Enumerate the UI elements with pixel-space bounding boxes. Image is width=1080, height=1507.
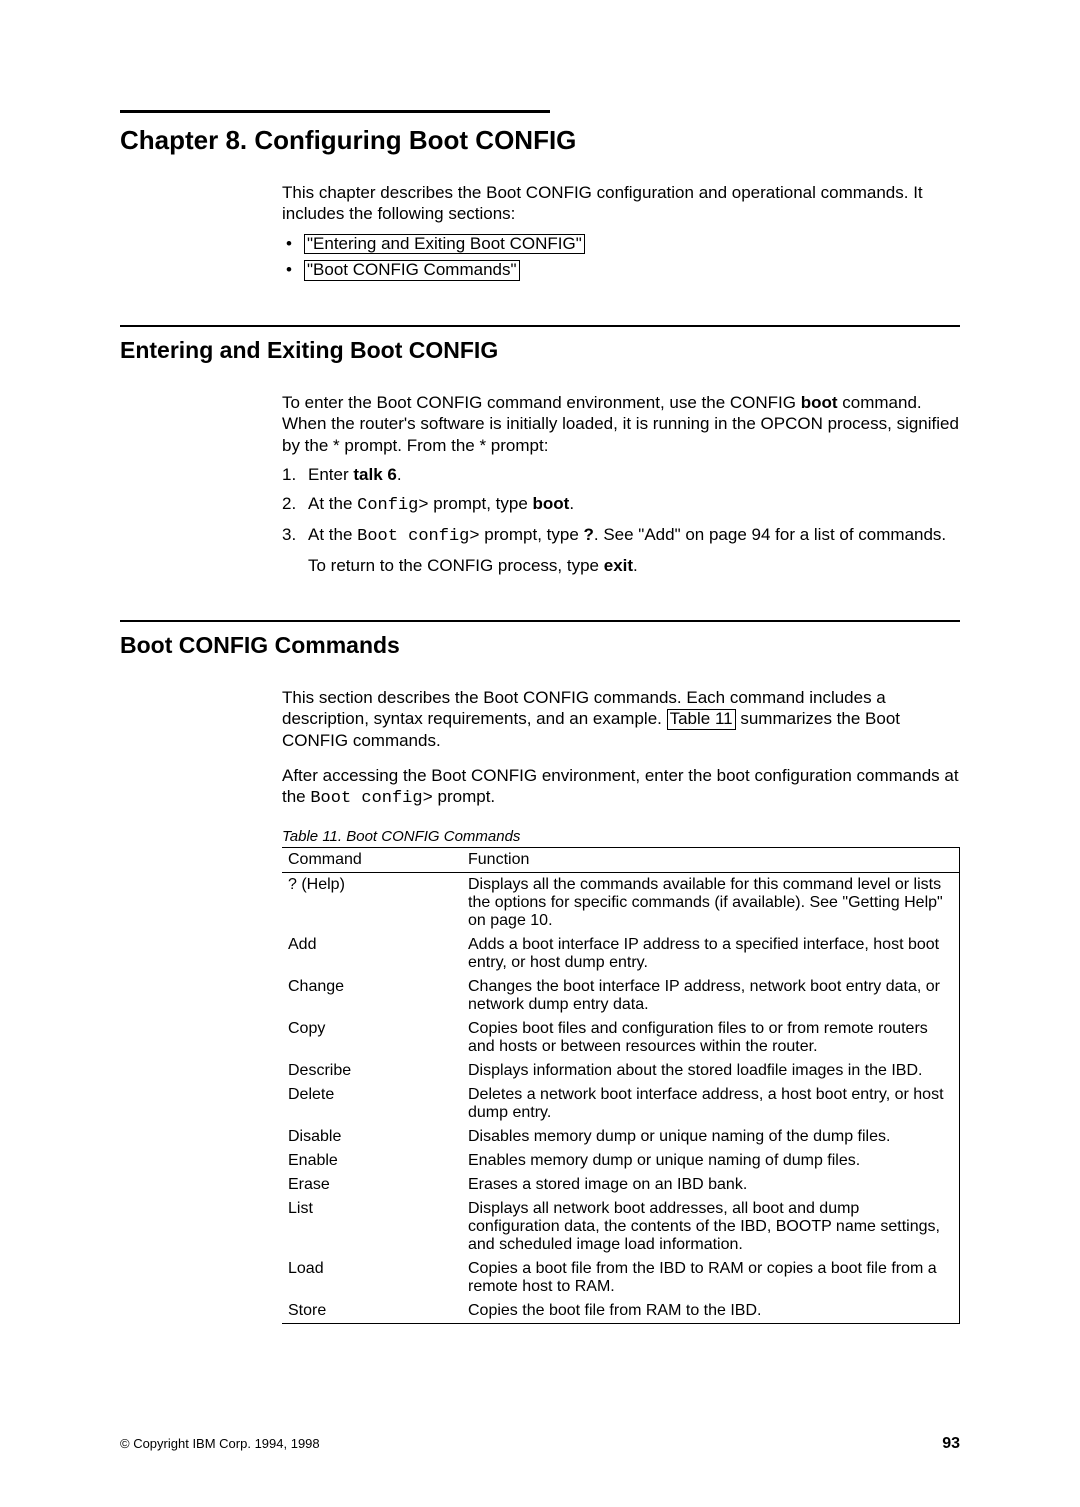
step-item: 3. At the Boot config> prompt, type ?. S…: [282, 524, 960, 578]
text: At the: [308, 494, 357, 513]
table-row: CopyCopies boot files and configuration …: [282, 1017, 960, 1059]
table-row: AddAdds a boot interface IP address to a…: [282, 933, 960, 975]
table-row: EnableEnables memory dump or unique nami…: [282, 1149, 960, 1173]
text: To enter the Boot CONFIG command environ…: [282, 393, 801, 412]
text-bold: ?: [584, 525, 594, 544]
step-number: 2.: [282, 493, 296, 516]
command-cell: Load: [282, 1257, 462, 1299]
copyright-text: © Copyright IBM Corp. 1994, 1998: [120, 1436, 320, 1451]
table-row: StoreCopies the boot file from RAM to th…: [282, 1299, 960, 1324]
intro-link-item: "Boot CONFIG Commands": [282, 257, 960, 283]
section-heading-commands: Boot CONFIG Commands: [120, 632, 1080, 659]
section-rule: [120, 620, 960, 622]
function-cell: Displays all network boot addresses, all…: [462, 1197, 960, 1257]
command-cell: ? (Help): [282, 872, 462, 933]
text: At the: [308, 525, 357, 544]
table-header-function: Function: [462, 847, 960, 872]
step-item: 1. Enter talk 6.: [282, 464, 960, 487]
command-cell: Erase: [282, 1173, 462, 1197]
section2-paragraph: This section describes the Boot CONFIG c…: [282, 687, 960, 751]
table-row: DeleteDeletes a network boot interface a…: [282, 1083, 960, 1125]
text: .: [397, 465, 402, 484]
table-row: EraseErases a stored image on an IBD ban…: [282, 1173, 960, 1197]
function-cell: Enables memory dump or unique naming of …: [462, 1149, 960, 1173]
step-number: 3.: [282, 524, 296, 547]
command-cell: Enable: [282, 1149, 462, 1173]
intro-link[interactable]: "Boot CONFIG Commands": [304, 260, 520, 281]
function-cell: Copies boot files and configuration file…: [462, 1017, 960, 1059]
chapter-rule: [120, 110, 550, 113]
section2-paragraph: After accessing the Boot CONFIG environm…: [282, 765, 960, 810]
intro-link-item: "Entering and Exiting Boot CONFIG": [282, 231, 960, 257]
text: .: [633, 556, 638, 575]
table-row: ListDisplays all network boot addresses,…: [282, 1197, 960, 1257]
document-page: Chapter 8. Configuring Boot CONFIG This …: [0, 110, 1080, 1507]
text: To return to the CONFIG process, type: [308, 556, 604, 575]
step-number: 1.: [282, 464, 296, 487]
text-bold: boot: [533, 494, 570, 513]
section-heading-entering: Entering and Exiting Boot CONFIG: [120, 337, 1080, 364]
text: prompt, type: [480, 525, 584, 544]
function-cell: Disables memory dump or unique naming of…: [462, 1125, 960, 1149]
command-cell: Copy: [282, 1017, 462, 1059]
section1-body: To enter the Boot CONFIG command environ…: [0, 392, 1080, 578]
text-bold: boot: [801, 393, 838, 412]
text: prompt.: [433, 787, 495, 806]
text-monospace: Boot config>: [357, 527, 479, 546]
table-ref-link[interactable]: Table 11: [667, 709, 736, 730]
function-cell: Copies the boot file from RAM to the IBD…: [462, 1299, 960, 1324]
command-cell: Delete: [282, 1083, 462, 1125]
ordered-steps: 1. Enter talk 6. 2. At the Config> promp…: [282, 464, 960, 578]
function-cell: Changes the boot interface IP address, n…: [462, 975, 960, 1017]
command-cell: Store: [282, 1299, 462, 1324]
table-header-command: Command: [282, 847, 462, 872]
command-cell: Describe: [282, 1059, 462, 1083]
function-cell: Deletes a network boot interface address…: [462, 1083, 960, 1125]
table-header-row: Command Function: [282, 847, 960, 872]
text: . See "Add" on page 94 for a list of com…: [594, 525, 946, 544]
section2-body: This section describes the Boot CONFIG c…: [0, 687, 1080, 1324]
section-rule: [120, 325, 960, 327]
command-cell: Add: [282, 933, 462, 975]
table-row: DescribeDisplays information about the s…: [282, 1059, 960, 1083]
intro-link-list: "Entering and Exiting Boot CONFIG" "Boot…: [282, 231, 960, 284]
text-monospace: Config>: [357, 496, 428, 515]
section1-paragraph: To enter the Boot CONFIG command environ…: [282, 392, 960, 456]
intro-text: This chapter describes the Boot CONFIG c…: [282, 182, 960, 225]
table-row: ChangeChanges the boot interface IP addr…: [282, 975, 960, 1017]
table-row: DisableDisables memory dump or unique na…: [282, 1125, 960, 1149]
function-cell: Displays all the commands available for …: [462, 872, 960, 933]
function-cell: Copies a boot file from the IBD to RAM o…: [462, 1257, 960, 1299]
intro-block: This chapter describes the Boot CONFIG c…: [0, 182, 1080, 283]
text: Enter: [308, 465, 353, 484]
boot-config-commands-table: Command Function ? (Help)Displays all th…: [282, 847, 960, 1324]
function-cell: Adds a boot interface IP address to a sp…: [462, 933, 960, 975]
function-cell: Erases a stored image on an IBD bank.: [462, 1173, 960, 1197]
step-item: 2. At the Config> prompt, type boot.: [282, 493, 960, 518]
text: prompt, type: [429, 494, 533, 513]
text-bold: exit: [604, 556, 633, 575]
text-monospace: Boot config>: [310, 789, 432, 808]
chapter-title: Chapter 8. Configuring Boot CONFIG: [120, 125, 1080, 156]
page-footer: © Copyright IBM Corp. 1994, 1998 93: [120, 1435, 960, 1453]
command-cell: Change: [282, 975, 462, 1017]
page-number: 93: [942, 1435, 960, 1453]
function-cell: Displays information about the stored lo…: [462, 1059, 960, 1083]
intro-link[interactable]: "Entering and Exiting Boot CONFIG": [304, 234, 585, 255]
command-cell: List: [282, 1197, 462, 1257]
table-row: LoadCopies a boot file from the IBD to R…: [282, 1257, 960, 1299]
text: .: [569, 494, 574, 513]
table-row: ? (Help)Displays all the commands availa…: [282, 872, 960, 933]
table-caption: Table 11. Boot CONFIG Commands: [282, 828, 960, 845]
command-cell: Disable: [282, 1125, 462, 1149]
text-bold: talk 6: [353, 465, 396, 484]
